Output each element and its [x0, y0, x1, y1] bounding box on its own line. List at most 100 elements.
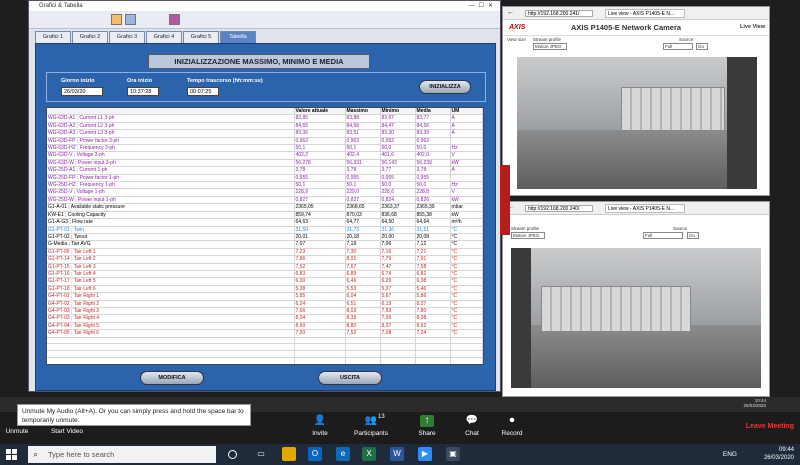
- source-select[interactable]: Full: [643, 232, 683, 239]
- table-row[interactable]: G4-PT-05 ; Tair Right 6 7,30 7,52 7,08 7,34 °…: [47, 329, 483, 338]
- browser-tab[interactable]: Live view - AXIS P1405-E N...: [605, 9, 685, 18]
- go-button[interactable]: Go: [687, 232, 699, 239]
- zoom-icon[interactable]: ▶: [418, 447, 432, 461]
- task-view-icon[interactable]: ▭: [254, 447, 268, 461]
- address-bar[interactable]: http://192.168.200.241/: [525, 10, 593, 17]
- table-row[interactable]: G1-PT-15 ; Tair Left 3 7,52 7,67 7,47 7,58 °C: [47, 263, 483, 271]
- taskbar-search-input[interactable]: ⌕ Type here to search: [28, 446, 216, 463]
- book-icon[interactable]: [169, 14, 180, 25]
- edge-icon[interactable]: e: [336, 447, 350, 461]
- table-row[interactable]: WG-25D-FP ; Power factor 1-ph 0,955 0,955 0…: [47, 174, 483, 183]
- table-row[interactable]: WG-63D-A1 ; Current L1 3-ph 83,85 83,88 83,…: [47, 114, 483, 123]
- table-row[interactable]: G4-PT-03 ; Tair Right 4 8,04 8,39 7,95 8,08 °…: [47, 314, 483, 323]
- cell-current: 56,278: [294, 159, 346, 168]
- participants-button[interactable]: 👥 Participants 13: [346, 414, 396, 437]
- cell-current: 31,50: [294, 226, 346, 234]
- cell-current: 0,962: [294, 137, 346, 146]
- chat-icon: 💬: [465, 415, 479, 426]
- table-row[interactable]: WG-63D-A2 ; Current L2 3-ph 84,65 84,68 84,…: [47, 122, 483, 131]
- record-button[interactable]: ⏺ Record: [487, 415, 537, 437]
- window-controls[interactable]: —☐✕: [469, 1, 497, 11]
- table-row[interactable]: WG-63D-A3 ; Current L3 3-ph 83,36 83,51 83,…: [47, 129, 483, 138]
- cell-max: 6,89: [345, 270, 381, 279]
- windows-start-icon[interactable]: [6, 449, 17, 460]
- source-select[interactable]: Full: [663, 43, 693, 50]
- tab-grafici-4[interactable]: Grafici 4: [146, 31, 182, 43]
- cell-name: G4-PT-03 ; Tair Right 4: [47, 314, 295, 323]
- table-row[interactable]: G4-PT-03 ; Tair Right 3 7,66 8,03 7,53 7,80 °…: [47, 307, 483, 316]
- table-row[interactable]: WG-25D-V ; Voltage 1-ph 228,9 229,0 228,6 22…: [47, 188, 483, 197]
- cortana-icon[interactable]: [228, 450, 237, 459]
- table-row[interactable]: WG-25D-W ; Power input 1-ph 0,827 0,827 0,8…: [47, 196, 483, 205]
- cell-min: 6,74: [380, 270, 416, 279]
- table-row[interactable]: G1-PT-02 ; Twout 20,01 20,18 20,00 20,08 °C: [47, 233, 483, 242]
- table-row[interactable]: WG-25D-HZ ; Frequency 1-ph 50,1 50,1 50,0 50…: [47, 181, 483, 190]
- table-row[interactable]: G1-PT-01 ; Twin 31,50 31,73 31,36 31,51 °C: [47, 226, 483, 234]
- photos-icon[interactable]: ▣: [446, 447, 460, 461]
- start-video-button[interactable]: Start Video: [42, 428, 92, 435]
- share-icon: ↑: [420, 415, 434, 427]
- cell-min: 5,37: [380, 285, 416, 294]
- table-row[interactable]: G1-A-G3 ; Flow rate 64,63 64,77 64,50 64,64 m…: [47, 218, 483, 227]
- outlook-icon[interactable]: O: [308, 447, 322, 461]
- remote-date: 26/03/2020: [743, 403, 766, 408]
- table-row[interactable]: G4-PT-02 ; Tair Right 2 6,24 6,51 6,19 6,37 °…: [47, 300, 483, 308]
- share-button[interactable]: ↑ Share: [402, 415, 452, 437]
- grid-icon[interactable]: [125, 14, 136, 25]
- start-time-value: 10:37:28: [127, 87, 159, 96]
- table-row[interactable]: G1-PT-18 ; Tair Left 6 5,38 5,53 5,37 5,46 °C: [47, 285, 483, 294]
- file-explorer-icon[interactable]: [282, 447, 296, 461]
- cell-avg: 5,46: [415, 285, 451, 294]
- tab-grafici-1[interactable]: Grafici 1: [35, 31, 71, 43]
- tab-grafici-5[interactable]: Grafici 5: [183, 31, 219, 43]
- table-row[interactable]: WG-63D-V ; Voltage 3-ph 402,2 402,4 401,6 40…: [47, 151, 483, 160]
- invite-button[interactable]: 👤 Invite: [295, 415, 345, 437]
- stream-select[interactable]: Motion JPEG: [511, 232, 545, 239]
- exit-button[interactable]: USCITA: [318, 371, 382, 385]
- cell-avg: 31,51: [415, 226, 451, 234]
- table-row[interactable]: G4-PT-04 ; Tair Right 5 8,60 8,80 8,37 8,62 °…: [47, 322, 483, 331]
- stream-select[interactable]: Motion JPEG: [533, 43, 567, 50]
- excel-icon[interactable]: X: [362, 447, 376, 461]
- chart-icon[interactable]: [111, 14, 122, 25]
- initialize-button[interactable]: INIZIALIZZA: [419, 80, 471, 94]
- cell-min: 7,95: [380, 314, 416, 323]
- table-row[interactable]: G1-A-01 ; Available static pressure 2365,…: [47, 203, 483, 212]
- record-label: Record: [501, 430, 523, 437]
- table-row[interactable]: KW-E1 ; Cooling Capacity 859,74 870,03 836,…: [47, 211, 483, 220]
- table-row[interactable]: G1-PT-17 ; Tair Left 5 6,30 6,46 6,29 6,38 °C: [47, 277, 483, 286]
- tab-grafici-2[interactable]: Grafici 2: [72, 31, 108, 43]
- back-icon[interactable]: ←: [507, 9, 514, 16]
- cell-avg: 402,0: [415, 151, 451, 160]
- table-row[interactable]: G1-PT-06 ; Tair Left 1 7,23 7,30 7,16 7,21 °C: [47, 248, 483, 257]
- table-row[interactable]: G1-PT-14 ; Tair Left 2 7,86 8,01 7,79 7,91 °C: [47, 255, 483, 264]
- unmute-button[interactable]: Unmute: [0, 428, 42, 435]
- go-button[interactable]: Go: [696, 43, 708, 50]
- address-bar[interactable]: http://192.168.200.240/: [525, 205, 593, 212]
- word-icon[interactable]: W: [390, 447, 404, 461]
- table-row[interactable]: WG-63D-FP ; Power factor 3-ph 0,962 0,963 0…: [47, 137, 483, 146]
- leave-meeting-button[interactable]: Leave Meeting: [746, 423, 794, 430]
- system-clock[interactable]: 09:44 26/03/2020: [764, 446, 794, 462]
- cell-name: WG-63D-W ; Power input 3-ph: [47, 159, 295, 168]
- empty-cell: [345, 343, 381, 352]
- table-row[interactable]: WG-25D-A1 ; Current 1-ph 3,78 3,78 3,77 3,78…: [47, 166, 483, 175]
- cell-min: 6,29: [380, 277, 416, 286]
- tab-grafici-3[interactable]: Grafici 3: [109, 31, 145, 43]
- table-row[interactable]: WG-63D-HZ ; Frequency 3-ph 50,1 50,1 50,0 50…: [47, 144, 483, 153]
- table-row[interactable]: WG-63D-W ; Power input 3-ph 56,278 56,331 5…: [47, 159, 483, 168]
- tab-tabella[interactable]: Tabella: [220, 31, 256, 43]
- cell-min: 7,47: [380, 263, 416, 271]
- table-row[interactable]: G-Media ; Tair AVG 7,07 7,19 7,06 7,12 °C: [47, 240, 483, 249]
- modify-button[interactable]: MODIFICA: [140, 371, 204, 385]
- cell-max: 2368,65: [345, 203, 381, 212]
- language-indicator[interactable]: ENG: [723, 451, 737, 458]
- table-row[interactable]: G4-PT-01 ; Tair Right 1 5,85 6,04 5,67 5,86 °…: [47, 292, 483, 301]
- browser-tab[interactable]: Live view - AXIS P1405-E N...: [605, 204, 685, 213]
- col-header-max: Massimo: [345, 108, 381, 116]
- cell-max: 84,68: [345, 122, 381, 131]
- view-size-label: View size: [507, 37, 526, 42]
- cell-um: A: [450, 122, 483, 131]
- table-row[interactable]: G1-PT-16 ; Tair Left 4 6,83 6,89 6,74 6,82 °C: [47, 270, 483, 279]
- cell-avg: 83,39: [415, 129, 451, 138]
